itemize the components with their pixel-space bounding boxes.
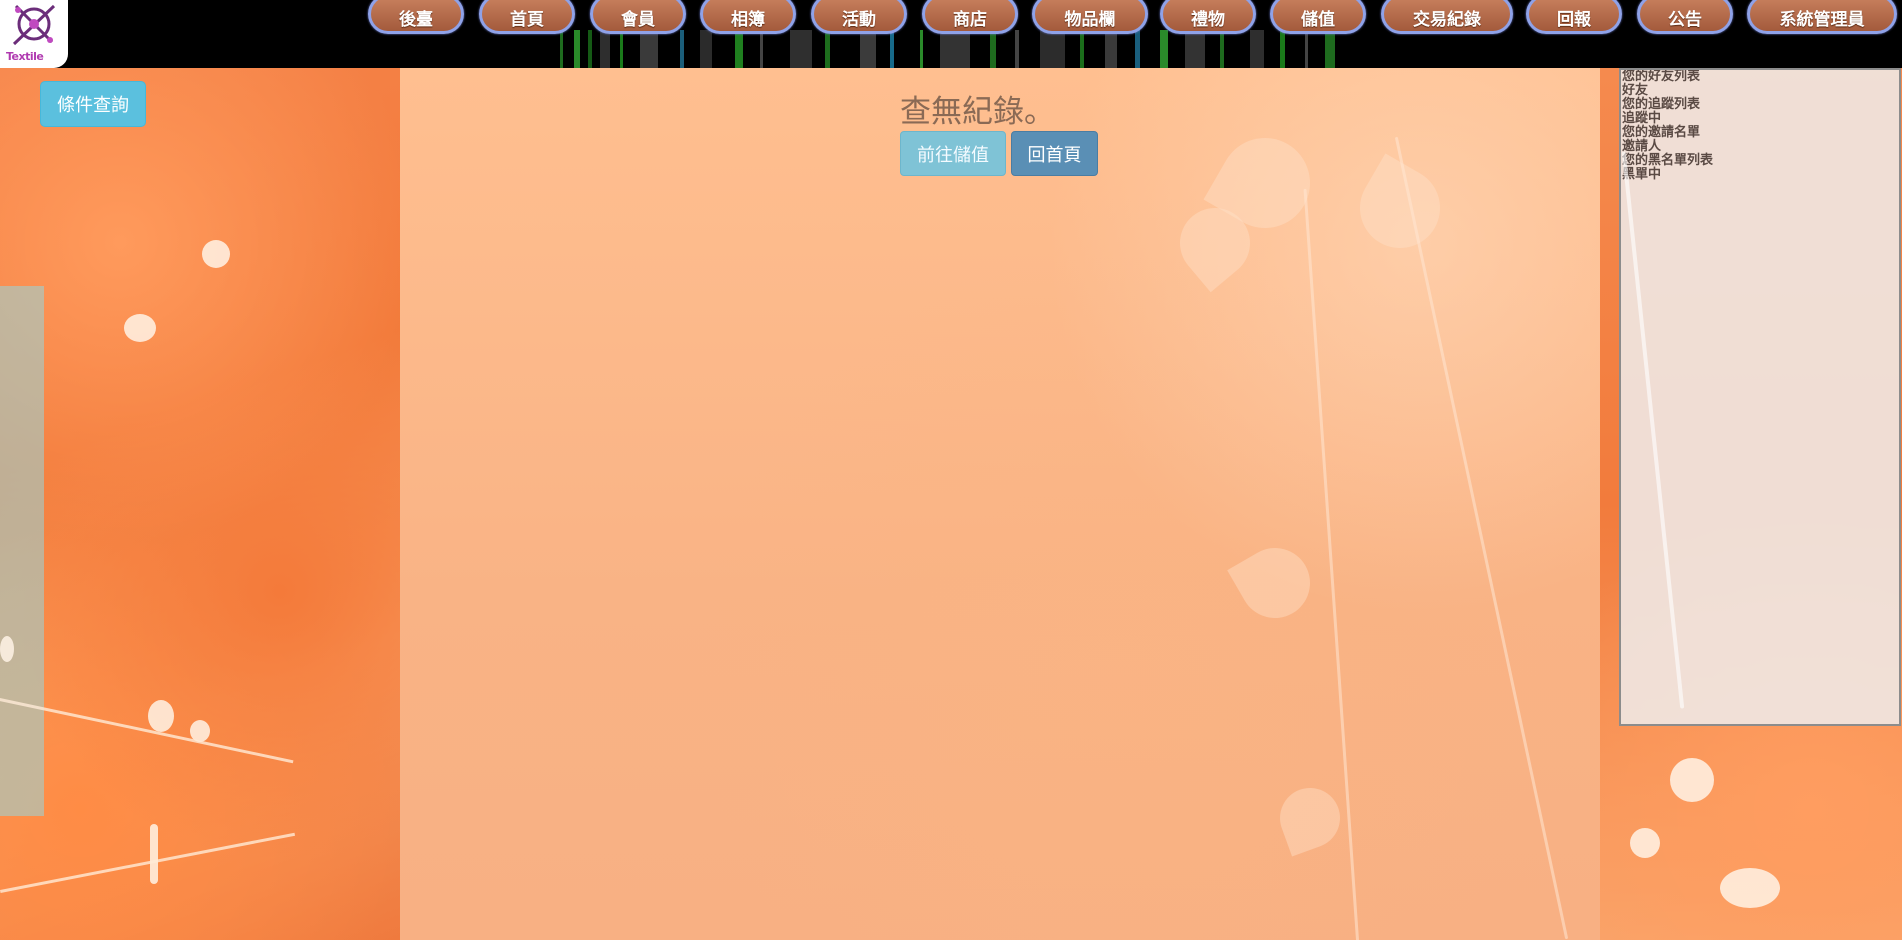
nav-announcements[interactable]: 公告 xyxy=(1637,0,1733,34)
paint-splat xyxy=(124,314,156,342)
invite-list-heading[interactable]: 您的邀請名單 xyxy=(1621,126,1899,140)
nav-deposit[interactable]: 儲值 xyxy=(1270,0,1366,34)
paint-streak xyxy=(0,698,294,764)
blacklisted-link[interactable]: 黑單中 xyxy=(1621,168,1899,182)
paint-splat xyxy=(1720,868,1780,908)
friends-panel: 您的好友列表 好友 您的追蹤列表 追蹤中 您的邀請名單 邀請人 您的黑名單列表 … xyxy=(1619,68,1901,726)
inviter-link[interactable]: 邀請人 xyxy=(1621,140,1899,154)
logo-text: Textile xyxy=(6,50,44,63)
nav-transactions[interactable]: 交易紀錄 xyxy=(1381,0,1513,34)
vine-decoration xyxy=(1621,151,1685,709)
nav-members[interactable]: 會員 xyxy=(590,0,686,34)
nav-inventory[interactable]: 物品欄 xyxy=(1032,0,1148,34)
flower-decoration xyxy=(1345,153,1455,263)
nav-events[interactable]: 活動 xyxy=(811,0,907,34)
nav-album[interactable]: 相簿 xyxy=(700,0,796,34)
nav-report[interactable]: 回報 xyxy=(1526,0,1622,34)
condition-query-button[interactable]: 條件查詢 xyxy=(40,81,146,127)
vine-decoration xyxy=(1394,136,1569,940)
header-stripes-decoration xyxy=(560,30,1350,68)
following-link[interactable]: 追蹤中 xyxy=(1621,112,1899,126)
nav-shop[interactable]: 商店 xyxy=(922,0,1018,34)
main-content: 查無紀錄。 前往儲值 回首頁 xyxy=(400,68,1600,940)
friend-list-heading[interactable]: 您的好友列表 xyxy=(1621,70,1899,84)
back-home-button[interactable]: 回首頁 xyxy=(1011,131,1098,176)
site-logo[interactable]: Textile xyxy=(0,0,68,68)
paint-streak xyxy=(0,832,296,893)
nav-gifts[interactable]: 禮物 xyxy=(1160,0,1256,34)
follow-list-heading[interactable]: 您的追蹤列表 xyxy=(1621,98,1899,112)
nav-backend[interactable]: 後臺 xyxy=(368,0,464,34)
paint-splat xyxy=(0,636,14,662)
left-teal-strip xyxy=(0,286,44,816)
friends-link[interactable]: 好友 xyxy=(1621,84,1899,98)
logo-emblem-icon xyxy=(12,4,56,46)
paint-splat xyxy=(150,824,158,884)
paint-splat xyxy=(202,240,230,268)
flower-decoration xyxy=(1271,779,1349,857)
top-nav-bar: Textile 後臺 首頁 會員 相簿 活動 商店 物品欄 禮物 儲值 交易紀錄… xyxy=(0,0,1902,68)
nav-system-admin[interactable]: 系統管理員 xyxy=(1747,0,1897,34)
go-deposit-button[interactable]: 前往儲值 xyxy=(900,131,1006,176)
nav-home[interactable]: 首頁 xyxy=(479,0,575,34)
paint-splat xyxy=(1630,828,1660,858)
no-records-message: 查無紀錄。 xyxy=(900,94,1055,130)
left-sidebar xyxy=(0,68,400,940)
paint-splat xyxy=(148,700,174,732)
paint-splat xyxy=(1670,758,1714,802)
blacklist-heading[interactable]: 您的黑名單列表 xyxy=(1621,154,1899,168)
flower-decoration xyxy=(1227,535,1323,631)
